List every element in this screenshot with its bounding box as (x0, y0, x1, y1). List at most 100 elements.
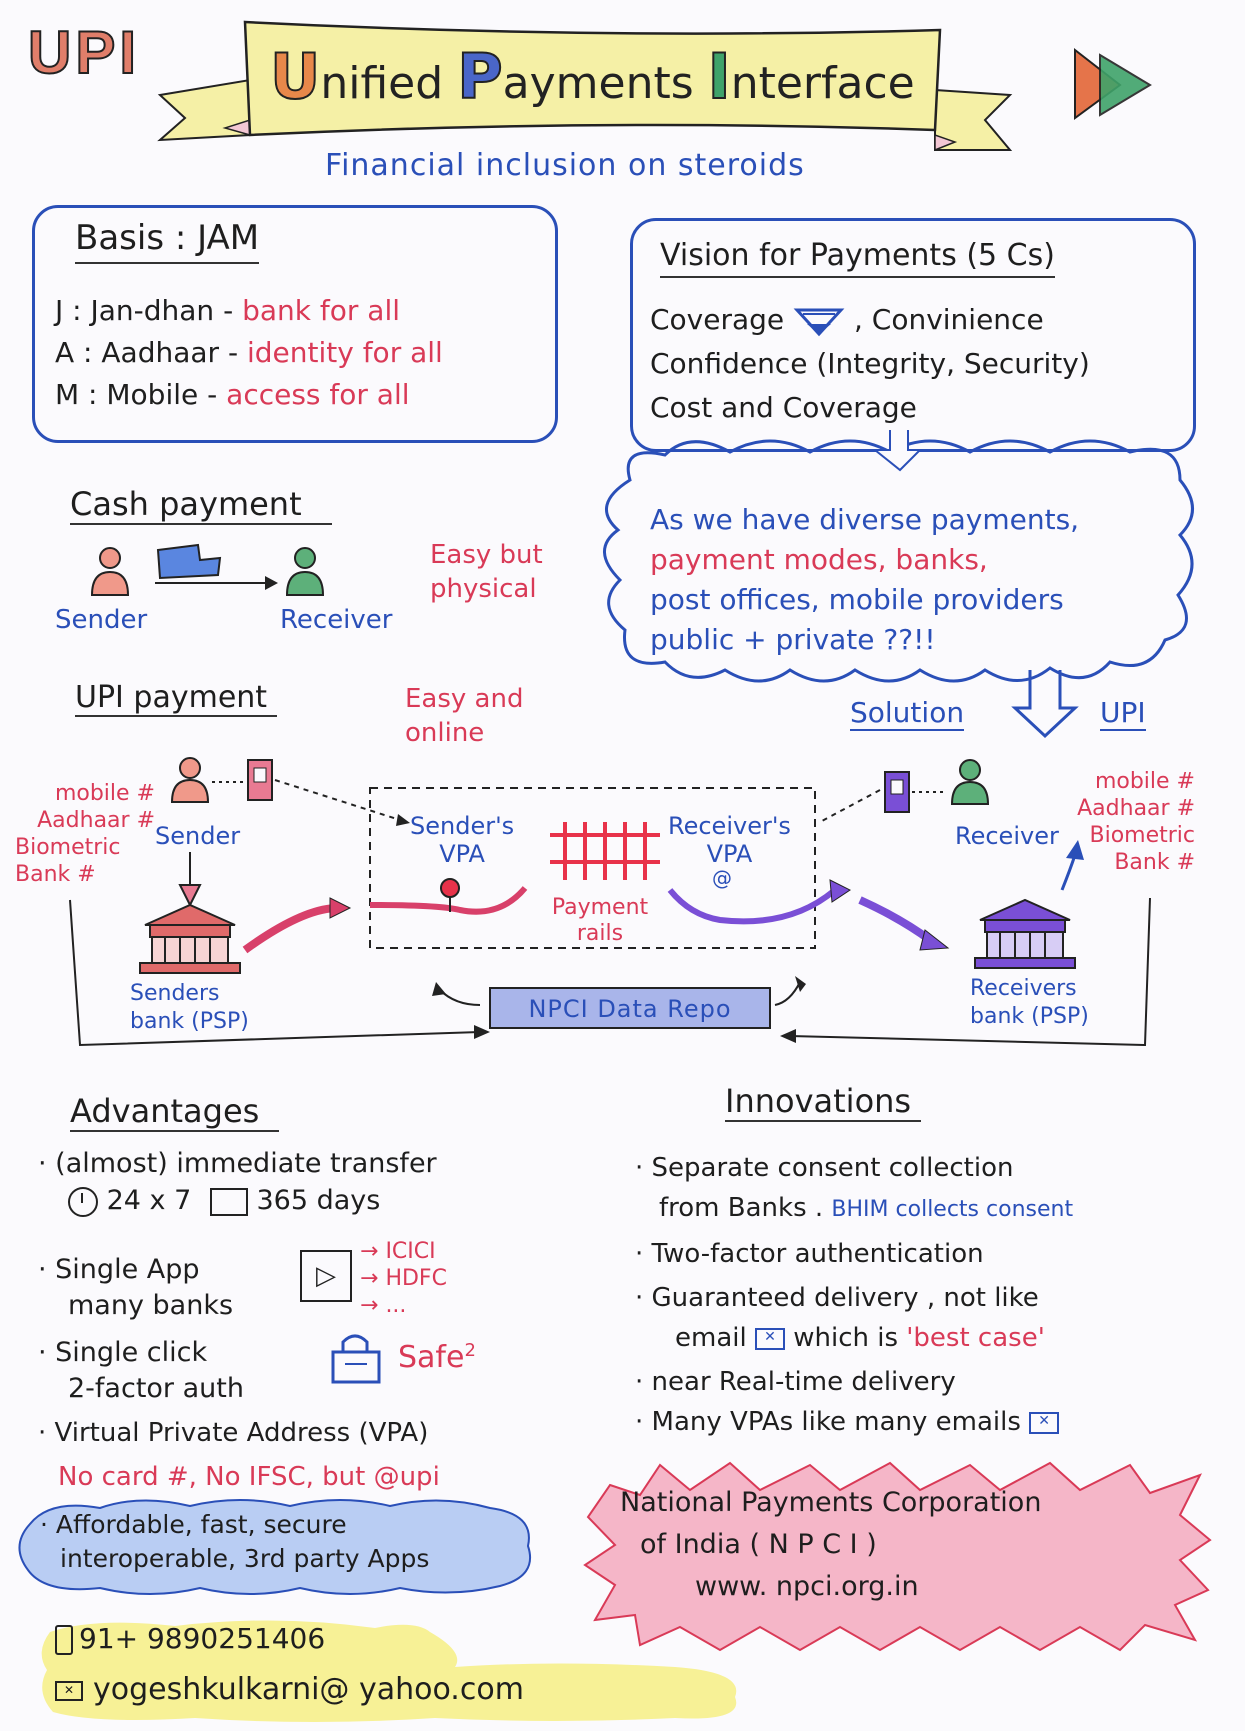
adv-availability: 24 x 7 365 days (68, 1185, 437, 1217)
title-letter-i: I (707, 39, 732, 114)
inn-3b-text: email (675, 1323, 747, 1353)
sender-id-aadhaar: Aadhaar # (37, 808, 155, 833)
inn-1b: from Banks . BHIM collects consent (635, 1188, 1073, 1230)
inn-3c-text: which is (793, 1323, 899, 1353)
inn-1a-text: Separate consent collection (651, 1153, 1014, 1183)
inn-4-text: near Real-time delivery (651, 1367, 956, 1397)
contact-phone: 91+ 9890251406 (55, 1622, 325, 1655)
receiver-id-mobile: mobile # (1094, 769, 1195, 794)
senders-vpa-1: Sender's (410, 812, 515, 840)
receivers-vpa: Receiver's VPA (668, 812, 791, 868)
vision-convenience: , Convinience (853, 303, 1044, 336)
cash-note-2: physical (430, 574, 537, 604)
npci-url[interactable]: www. npci.org.in (620, 1566, 1041, 1608)
inn-2-text: Two-factor authentication (651, 1239, 984, 1269)
basis-row-j-label: J : Jan-dhan - (55, 294, 234, 327)
sender-ids: mobile # Aadhaar # Biometric Bank # (15, 780, 155, 888)
adv-banks: → ICICI → HDFC → ... (360, 1238, 447, 1319)
title-word-2: ayments (502, 58, 694, 109)
sender-person-icon (90, 547, 130, 596)
email-icon: ✕ (754, 1327, 785, 1350)
cash-flow (90, 543, 325, 596)
basis-row-a: A : Aadhaar - identity for all (55, 332, 443, 374)
payment-rails-1: Payment (551, 895, 649, 920)
logo: UPI (27, 18, 141, 87)
cash-note-icon (156, 543, 222, 580)
upi-title: UPI payment (75, 680, 278, 717)
npci-line-2: of India ( N P C I ) (640, 1529, 877, 1560)
senders-vpa-2: VPA (439, 840, 485, 868)
adv-days: 365 days (256, 1185, 381, 1216)
vision-line-2: Confidence (Integrity, Security) (650, 347, 1090, 380)
senders-vpa: Sender's VPA (410, 812, 514, 868)
inn-2: · Two-factor authentication (635, 1239, 984, 1269)
solution-upi: UPI (1100, 696, 1146, 731)
bank-more: → ... (360, 1293, 407, 1318)
receiver-id-bank: Bank # (1114, 850, 1195, 875)
basis-row-a-label: A : Aadhaar - (55, 336, 239, 369)
adv-single-app-2: many banks (68, 1290, 234, 1321)
contact-email-text[interactable]: yogeshkulkarni@ yahoo.com (93, 1672, 524, 1707)
contact-email: ✕ yogeshkulkarni@ yahoo.com (55, 1672, 524, 1707)
npci-text: National Payments Corporation of India (… (620, 1482, 1041, 1608)
title-letter-u: U (269, 39, 321, 114)
subtitle: Financial inclusion on steroids (325, 148, 805, 183)
title-word-1: nified (320, 58, 444, 109)
coverage-icon (793, 308, 845, 337)
advantages-list: · (almost) immediate transfer 24 x 7 365… (38, 1148, 437, 1217)
mail-icon: ✕ (55, 1680, 83, 1701)
adv-summary-2: interoperable, 3rd party Apps (60, 1544, 430, 1573)
cash-title: Cash payment (70, 485, 332, 525)
inn-5: · Many VPAs like many emails ✕ (635, 1402, 1073, 1442)
basis-row-m: M : Mobile - access for all (55, 374, 443, 416)
bank-icici: → ICICI (360, 1239, 436, 1264)
receivers-vpa-1: Receiver's (668, 812, 791, 840)
adv-single-click-1: · Single click (38, 1337, 208, 1368)
basis-row-j: J : Jan-dhan - bank for all (55, 290, 443, 332)
receiver-bank-icon (974, 898, 1076, 969)
adv-vpa-text: Virtual Private Address (VPA) (54, 1418, 429, 1448)
sender-id-mobile: mobile # (54, 781, 155, 806)
cloud-text: As we have diverse payments, payment mod… (650, 500, 1079, 660)
inn-3a: · Guaranteed delivery , not like (635, 1283, 1039, 1313)
adv-safe-text: Safe (398, 1340, 465, 1375)
cash-note: Easy but physical (430, 538, 543, 606)
contact-phone-text: 91+ 9890251406 (79, 1622, 326, 1655)
innovations-list: · Separate consent collection from Banks… (635, 1148, 1073, 1442)
basis-row-m-label: M : Mobile - (55, 378, 218, 411)
adv-single-click-2: 2-factor auth (68, 1373, 244, 1404)
solution-label: Solution (850, 696, 965, 731)
vision-line-1: Coverage , Convinience (650, 298, 1090, 342)
bank-more-text: ... (385, 1293, 407, 1318)
inn-3a-text: Guaranteed delivery , not like (651, 1283, 1039, 1313)
upi-sender-label: Sender (155, 822, 241, 850)
adv-summary-text1: Affordable, fast, secure (55, 1510, 347, 1539)
phone-icon (55, 1625, 73, 1655)
basis-title: Basis : JAM (75, 218, 260, 264)
title-word-3: nterface (730, 58, 915, 109)
receiver-ids: mobile # Aadhaar # Biometric Bank # (1045, 768, 1195, 876)
title-letter-p: P (456, 39, 503, 114)
senders-bank-1: Senders (130, 981, 220, 1006)
receivers-vpa-2: VPA (706, 840, 753, 868)
adv-single-app-1: · Single App (38, 1254, 200, 1285)
adv-transfer-text: (almost) immediate transfer (55, 1148, 437, 1179)
payment-rails-icon (550, 822, 660, 880)
adv-hours: 24 x 7 (106, 1185, 192, 1216)
upi-note-1: Easy and (405, 684, 524, 714)
cash-receiver: Receiver (280, 605, 393, 635)
adv-single-click-text1: Single click (55, 1337, 208, 1368)
adv-vpa: · Virtual Private Address (VPA) (38, 1418, 429, 1448)
upi-sender-person-icon (170, 757, 210, 803)
app-forward-icon: ▷ (300, 1250, 352, 1302)
receiver-id-aadhaar: Aadhaar # (1077, 796, 1195, 821)
inn-3b: email ✕ which is 'best case' (635, 1318, 1073, 1358)
receivers-bank-1: Receivers (970, 976, 1077, 1001)
npci-line-1: National Payments Corporation (620, 1487, 1042, 1518)
receivers-bank-2: bank (PSP) (970, 1004, 1089, 1029)
calendar-icon (209, 1187, 248, 1216)
adv-safe-sup: 2 (464, 1340, 476, 1361)
receiver-id-biometric: Biometric (1089, 823, 1195, 848)
cash-note-1: Easy but (430, 540, 543, 570)
bank-icici-text: ICICI (385, 1239, 436, 1264)
